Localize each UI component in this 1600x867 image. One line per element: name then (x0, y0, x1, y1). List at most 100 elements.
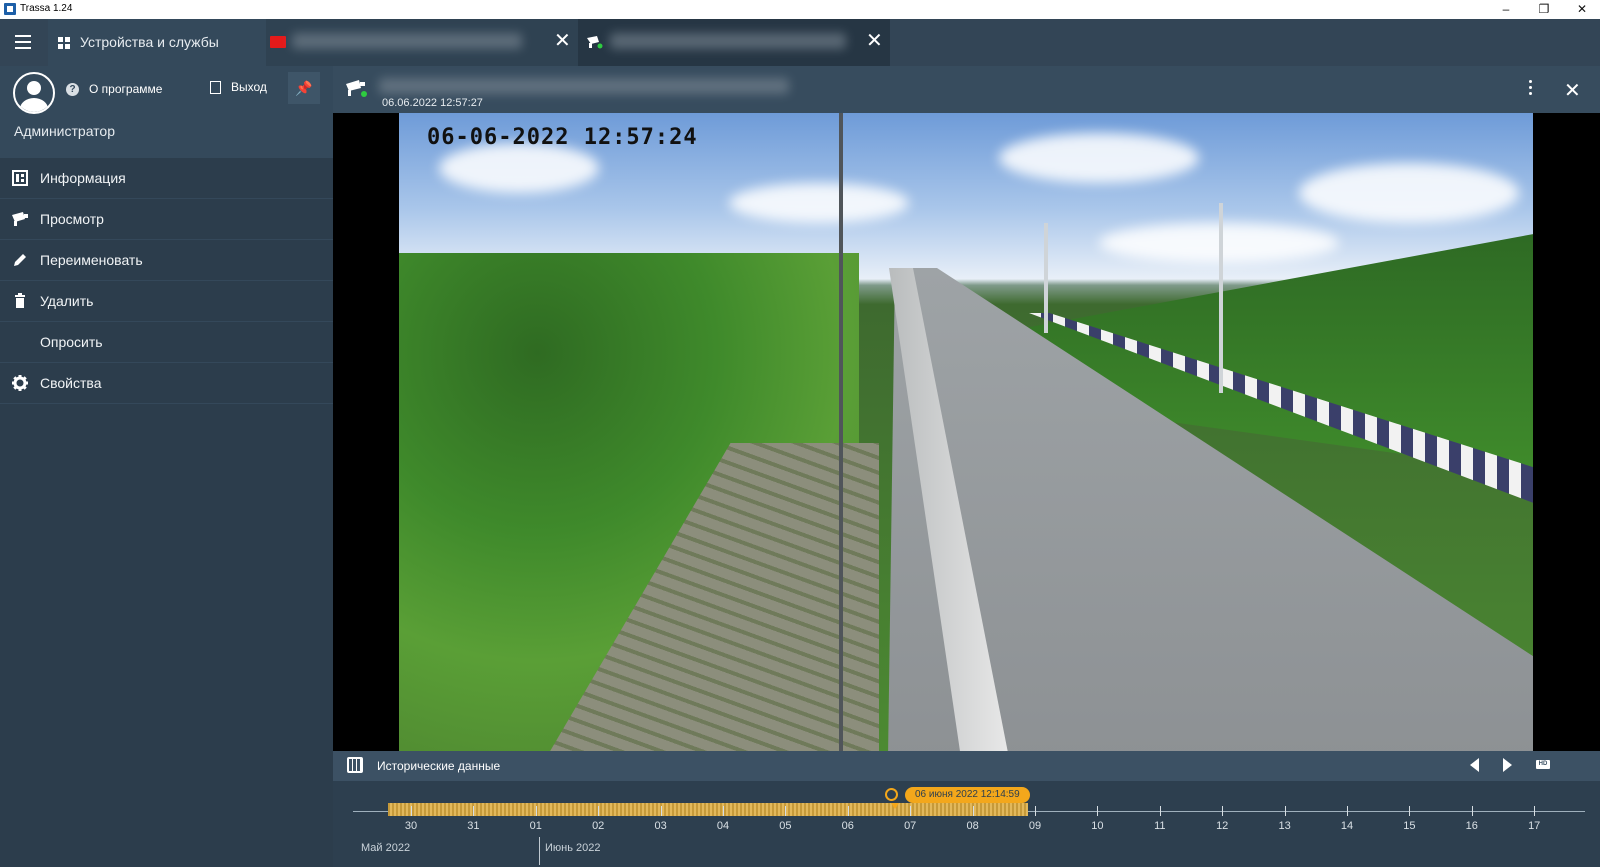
camera-icon (587, 36, 603, 49)
menu-item-label: Свойства (40, 375, 102, 391)
menu-item-label: Удалить (40, 293, 94, 309)
previous-button[interactable] (1470, 758, 1479, 772)
tab-camera-close-button[interactable]: ✕ (866, 31, 883, 51)
timeline-tick (598, 806, 600, 816)
redacted-tab-title (292, 33, 522, 49)
recording-range (388, 803, 1028, 816)
timeline-tick (1284, 806, 1286, 816)
about-button[interactable]: ? О программе (66, 82, 163, 97)
timeline[interactable]: 06 июня 2022 12:14:59 30 31 01 02 03 04 05 06 07… (333, 781, 1600, 867)
timeline-tick (1159, 806, 1161, 816)
next-button[interactable] (1503, 758, 1512, 772)
camera-icon (11, 211, 28, 227)
timeline-tick (1035, 806, 1036, 816)
timeline-day-label: 31 (467, 820, 480, 832)
sidebar: ? О программе Выход 📌 Администратор Инфор… (0, 66, 333, 867)
timeline-day-label: 08 (966, 820, 979, 832)
grid-icon (58, 37, 70, 49)
camera-icon (346, 80, 367, 97)
timeline-day-label: 09 (1028, 820, 1042, 832)
app-logo-icon (4, 3, 16, 15)
timeline-day-label: 15 (1403, 820, 1416, 832)
timeline-tick (535, 806, 537, 816)
tab-devices-label: Устройства и службы (80, 34, 219, 50)
camera-view-panel: 06.06.2022 12:57:27 ✕ 06-06-2022 12:57:2… (333, 66, 1600, 867)
about-label: О программе (89, 82, 163, 96)
calendar-icon[interactable] (347, 757, 363, 773)
logout-icon (210, 81, 221, 95)
restore-button[interactable]: ❐ (1526, 0, 1562, 19)
camera-timestamp: 06.06.2022 12:57:27 (382, 97, 483, 109)
menu-item-delete[interactable]: Удалить (0, 281, 333, 322)
timeline-tick (785, 806, 787, 816)
clock-icon (885, 788, 898, 801)
timeline-tick (910, 806, 912, 816)
timeline-cursor-marker[interactable] (891, 803, 899, 809)
pin-icon: 📌 (295, 80, 313, 96)
info-grid-icon (11, 170, 28, 186)
timeline-day-label: 02 (592, 820, 605, 832)
hd-toggle-button[interactable]: HD (1536, 760, 1550, 769)
hamburger-menu-icon[interactable] (15, 35, 31, 49)
tab-devices-and-services[interactable]: Устройства и службы (48, 19, 266, 66)
timeline-tick (411, 806, 412, 816)
timeline-tick (1347, 806, 1348, 816)
window-title: Trassa 1.24 (20, 3, 73, 14)
redacted-camera-name (379, 78, 789, 94)
timeline-day-label: 04 (716, 820, 730, 832)
minimize-button[interactable]: – (1488, 0, 1524, 19)
timeline-tick (1222, 806, 1224, 816)
logout-label: Выход (231, 80, 267, 94)
menu-item-info[interactable]: Информация (0, 158, 333, 199)
timeline-tick (847, 806, 849, 816)
help-icon: ? (66, 83, 79, 97)
pencil-icon (11, 252, 28, 268)
timeline-day-label: 11 (1154, 820, 1166, 832)
timeline-day-label: 17 (1528, 820, 1541, 832)
menu-item-view[interactable]: Просмотр (0, 199, 333, 240)
tab-folder[interactable]: ✕ (266, 19, 578, 66)
timeline-tick (1471, 806, 1473, 816)
timeline-day-label: 14 (1340, 820, 1354, 832)
timeline-day-label: 01 (529, 820, 542, 832)
menu-item-label: Переименовать (40, 252, 143, 268)
user-name: Администратор (14, 123, 116, 139)
timeline-cursor-label[interactable]: 06 июня 2022 12:14:59 (905, 787, 1030, 803)
camera-header: 06.06.2022 12:57:27 ✕ (333, 66, 1600, 113)
menu-item-label: Опросить (40, 334, 103, 350)
timeline-day-label: 03 (654, 820, 667, 832)
timeline-day-label: 05 (779, 820, 792, 832)
pin-button[interactable]: 📌 (288, 72, 320, 104)
timeline-day-label: 12 (1216, 820, 1229, 832)
window-titlebar: Trassa 1.24 – ❐ ✕ (0, 0, 1600, 19)
tab-folder-close-button[interactable]: ✕ (554, 31, 571, 51)
context-menu: Информация Просмотр Переименовать Удалит… (0, 158, 333, 404)
camera-close-button[interactable]: ✕ (1564, 78, 1581, 103)
timeline-tick (1097, 806, 1099, 816)
timeline-day-label: 30 (404, 820, 418, 832)
month-label: Май 2022 (361, 842, 411, 854)
menu-item-label: Информация (40, 170, 126, 186)
menu-item-label: Просмотр (40, 211, 104, 227)
window-close-button[interactable]: ✕ (1564, 0, 1600, 19)
menu-item-poll[interactable]: Опросить (0, 322, 333, 363)
menu-item-rename[interactable]: Переименовать (0, 240, 333, 281)
timeline-day-label: 10 (1091, 820, 1104, 832)
gear-icon (11, 375, 28, 391)
avatar (13, 72, 55, 114)
history-label: Исторические данные (377, 759, 501, 773)
timeline-tick (473, 806, 475, 816)
timeline-tick (723, 806, 724, 816)
video-player[interactable]: 06-06-2022 12:57:24 (333, 113, 1600, 751)
trash-icon (11, 293, 28, 309)
tab-camera[interactable]: ✕ (578, 19, 890, 66)
video-osd-timestamp: 06-06-2022 12:57:24 (427, 125, 698, 150)
menu-item-properties[interactable]: Свойства (0, 363, 333, 404)
user-panel: ? О программе Выход 📌 Администратор (0, 66, 333, 158)
timeline-day-label: 13 (1278, 820, 1291, 832)
timeline-tick (1534, 806, 1536, 816)
logout-button[interactable]: Выход (210, 80, 267, 95)
timeline-day-label: 06 (841, 820, 854, 832)
month-label: Июнь 2022 (545, 842, 601, 854)
more-options-icon[interactable] (1529, 80, 1533, 96)
